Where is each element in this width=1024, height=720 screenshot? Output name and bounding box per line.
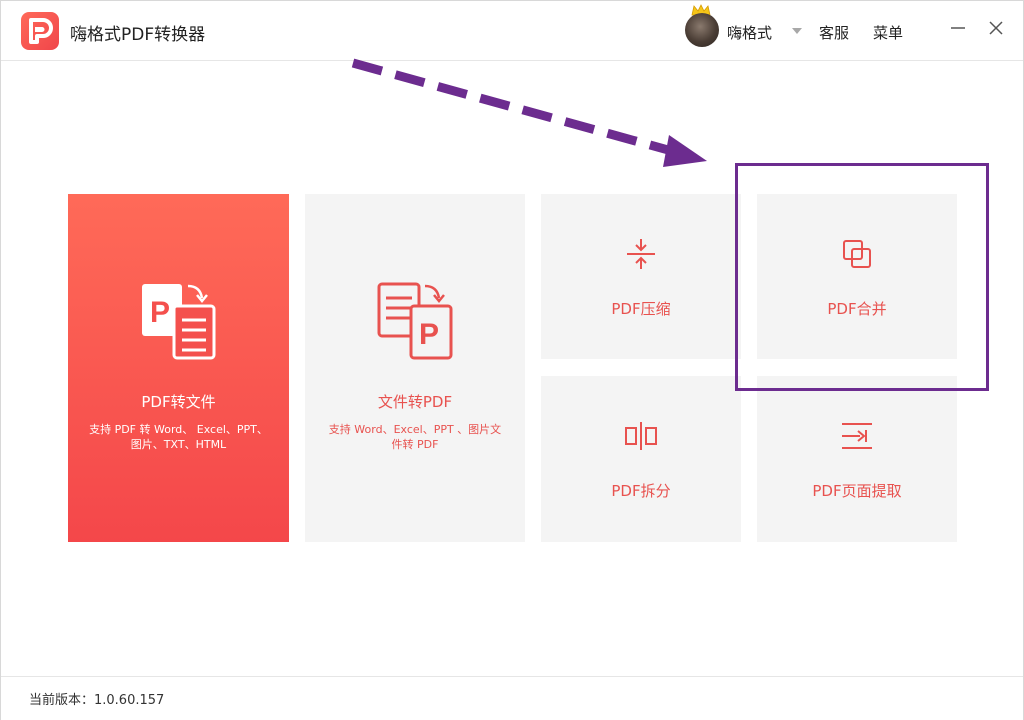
app-window: 嗨格式PDF转换器 嗨格式 客服 菜单 P PDF转文件 支持 PDF 转 Wo… — [0, 0, 1024, 720]
merge-icon — [843, 240, 871, 268]
chevron-down-icon[interactable] — [792, 28, 802, 34]
file-to-pdf-desc: 支持 Word、Excel、PPT 、图片文件转 PDF — [328, 423, 502, 451]
svg-text:P: P — [419, 318, 439, 351]
pdf-split-card[interactable]: PDF拆分 — [541, 376, 741, 542]
pdf-compress-title: PDF压缩 — [611, 300, 671, 318]
pdf-to-file-card[interactable]: P PDF转文件 支持 PDF 转 Word、 Excel、PPT、图片、TXT… — [68, 194, 289, 542]
close-icon[interactable] — [987, 19, 1005, 37]
user-name[interactable]: 嗨格式 — [727, 22, 772, 43]
minimize-icon[interactable] — [949, 19, 967, 37]
pdf-logo-icon — [21, 12, 59, 50]
pdf-split-title: PDF拆分 — [611, 482, 671, 500]
customer-service-link[interactable]: 客服 — [819, 22, 849, 43]
extract-icon — [842, 423, 872, 449]
svg-text:P: P — [150, 296, 170, 329]
split-icon — [625, 422, 657, 450]
app-title: 嗨格式PDF转换器 — [70, 25, 206, 45]
pdf-to-file-desc: 支持 PDF 转 Word、 Excel、PPT、图片、TXT、HTML — [89, 423, 268, 451]
status-bar: 当前版本：1.0.60.157 — [1, 676, 1023, 720]
pdf-to-doc-icon: P — [142, 284, 216, 360]
version-label: 当前版本：1.0.60.157 — [29, 693, 165, 708]
avatar[interactable] — [685, 13, 719, 47]
title-bar: 嗨格式PDF转换器 嗨格式 客服 菜单 — [1, 1, 1023, 61]
doc-to-pdf-icon: P — [377, 282, 453, 360]
file-to-pdf-card[interactable]: P 文件转PDF 支持 Word、Excel、PPT 、图片文件转 PDF — [305, 194, 525, 542]
compress-icon — [627, 239, 655, 269]
file-to-pdf-title: 文件转PDF — [377, 393, 453, 411]
pdf-extract-title: PDF页面提取 — [812, 482, 902, 500]
pdf-merge-title: PDF合并 — [827, 300, 887, 318]
menu-link[interactable]: 菜单 — [873, 22, 903, 43]
pdf-to-file-title: PDF转文件 — [141, 393, 216, 411]
pdf-extract-card[interactable]: PDF页面提取 — [757, 376, 957, 542]
pdf-merge-card[interactable]: PDF合并 — [757, 194, 957, 359]
pdf-compress-card[interactable]: PDF压缩 — [541, 194, 741, 359]
